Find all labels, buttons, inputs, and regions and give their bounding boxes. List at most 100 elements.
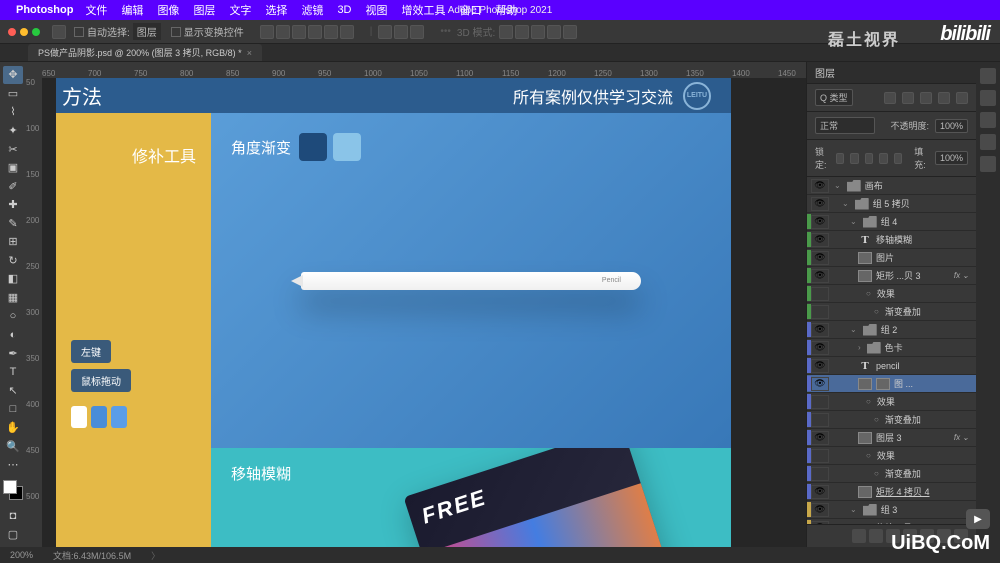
shape-tool[interactable]: □: [3, 400, 23, 418]
lock-icon[interactable]: [836, 153, 844, 164]
filter-icon[interactable]: [902, 92, 914, 104]
crop-tool[interactable]: ✂: [3, 140, 23, 158]
close-icon[interactable]: [8, 28, 16, 36]
document-tab[interactable]: PS做产品阴影.psd @ 200% (图层 3 拷贝, RGB/8) * ×: [28, 44, 262, 61]
3d-icon[interactable]: [563, 25, 577, 39]
menu-select[interactable]: 选择: [265, 2, 287, 18]
layer-row[interactable]: ○ 效果: [807, 393, 976, 411]
layer-row[interactable]: 👁⌄组 5 拷贝: [807, 195, 976, 213]
align-icon[interactable]: [308, 25, 322, 39]
gradient-tool[interactable]: ▦: [3, 289, 23, 307]
blend-mode[interactable]: 正常: [815, 117, 875, 134]
pen-tool[interactable]: ✒: [3, 344, 23, 362]
layer-row[interactable]: 👁T移轴模糊: [807, 231, 976, 249]
align-icon[interactable]: [292, 25, 306, 39]
canvas[interactable]: 方法 所有案例仅供学习交流 LEITU 修补工具 左键 鼠标拖动: [56, 78, 806, 547]
visibility-toggle[interactable]: 👁: [811, 431, 829, 445]
menu-filter[interactable]: 滤镜: [301, 2, 323, 18]
expand-icon[interactable]: ○: [874, 307, 879, 316]
visibility-toggle[interactable]: [811, 287, 829, 301]
3d-icon[interactable]: [499, 25, 513, 39]
layer-name[interactable]: 渐变叠加: [885, 467, 921, 480]
layer-name[interactable]: 图 ...: [894, 377, 913, 390]
layer-name[interactable]: 效果: [877, 395, 895, 408]
eyedropper-tool[interactable]: ✐: [3, 177, 23, 195]
minimize-icon[interactable]: [20, 28, 28, 36]
close-tab-icon[interactable]: ×: [247, 48, 252, 58]
fx-badge[interactable]: fx ⌄: [954, 271, 972, 280]
distribute-icon[interactable]: [410, 25, 424, 39]
stamp-tool[interactable]: ⊞: [3, 233, 23, 251]
fill-value[interactable]: 100%: [935, 151, 968, 165]
lock-icon[interactable]: [865, 153, 873, 164]
visibility-toggle[interactable]: 👁: [811, 377, 829, 391]
layer-row[interactable]: 👁矩形 ...贝 3fx ⌄: [807, 267, 976, 285]
visibility-toggle[interactable]: 👁: [811, 233, 829, 247]
visibility-toggle[interactable]: 👁: [811, 323, 829, 337]
screenmode-tool[interactable]: ▢: [3, 525, 23, 543]
align-icon[interactable]: [260, 25, 274, 39]
visibility-toggle[interactable]: 👁: [811, 179, 829, 193]
expand-icon[interactable]: ⌄: [850, 325, 857, 334]
menu-view[interactable]: 视图: [366, 2, 388, 18]
foreground-color[interactable]: [3, 480, 17, 494]
layer-name[interactable]: 组 3: [881, 503, 898, 516]
expand-icon[interactable]: ⌄: [850, 505, 857, 514]
heal-tool[interactable]: ✚: [3, 196, 23, 214]
quickmask-tool[interactable]: ◘: [3, 507, 23, 525]
align-icon[interactable]: [276, 25, 290, 39]
visibility-toggle[interactable]: 👁: [811, 341, 829, 355]
visibility-toggle[interactable]: [811, 395, 829, 409]
lock-icon[interactable]: [879, 153, 887, 164]
fx-icon[interactable]: [869, 529, 883, 543]
expand-icon[interactable]: ⌄: [850, 217, 857, 226]
expand-icon[interactable]: ○: [866, 397, 871, 406]
expand-icon[interactable]: ○: [866, 289, 871, 298]
layer-name[interactable]: 图片: [876, 251, 894, 264]
expand-icon[interactable]: ○: [874, 415, 879, 424]
checkbox-icon[interactable]: [74, 27, 84, 37]
frame-tool[interactable]: ▣: [3, 159, 23, 177]
layer-name[interactable]: 矩形 4 拷贝 4: [876, 485, 930, 498]
eraser-tool[interactable]: ◧: [3, 270, 23, 288]
zoom-tool[interactable]: 🔍: [3, 437, 23, 455]
filter-icon[interactable]: [920, 92, 932, 104]
blur-tool[interactable]: ○: [3, 307, 23, 325]
menu-layer[interactable]: 图层: [193, 2, 215, 18]
window-controls[interactable]: [8, 28, 40, 36]
visibility-toggle[interactable]: 👁: [811, 485, 829, 499]
marquee-tool[interactable]: ▭: [3, 85, 23, 103]
layer-row[interactable]: 👁⌄组 4: [807, 213, 976, 231]
visibility-toggle[interactable]: [811, 305, 829, 319]
align-icon[interactable]: [340, 25, 354, 39]
layer-name[interactable]: 移轴模糊: [876, 233, 912, 246]
layer-name[interactable]: 矩形 ...贝 3: [876, 269, 921, 282]
layer-name[interactable]: 组 2: [881, 323, 898, 336]
horizontal-ruler[interactable]: 6507007508008509009501000105011001150120…: [26, 62, 806, 78]
layers-panel-header[interactable]: 图层: [807, 62, 976, 84]
layer-name[interactable]: 图层 3: [876, 431, 902, 444]
visibility-toggle[interactable]: 👁: [811, 251, 829, 265]
panel-icon[interactable]: [980, 112, 996, 128]
layer-name[interactable]: 画布: [865, 179, 883, 192]
visibility-toggle[interactable]: 👁: [811, 197, 829, 211]
move-tool[interactable]: ✥: [3, 66, 23, 84]
zoom-level[interactable]: 200%: [10, 550, 33, 560]
color-swatches[interactable]: [3, 480, 23, 500]
layer-name[interactable]: pencil: [876, 361, 900, 371]
layer-name[interactable]: 组 4: [881, 215, 898, 228]
layer-row[interactable]: 👁 图 ...: [807, 375, 976, 393]
expand-icon[interactable]: ⌄: [842, 199, 849, 208]
type-tool[interactable]: T: [3, 363, 23, 381]
brush-tool[interactable]: ✎: [3, 215, 23, 233]
layer-filter[interactable]: Q 类型: [815, 89, 853, 106]
layer-name[interactable]: 效果: [877, 287, 895, 300]
visibility-toggle[interactable]: 👁: [811, 503, 829, 517]
layer-row[interactable]: ○渐变叠加: [807, 303, 976, 321]
expand-icon[interactable]: ›: [858, 343, 861, 352]
layer-row[interactable]: 👁 矩形 4 拷贝 4: [807, 483, 976, 501]
menu-file[interactable]: 文件: [85, 2, 107, 18]
move-tool-icon[interactable]: [52, 25, 66, 39]
link-icon[interactable]: [852, 529, 866, 543]
lasso-tool[interactable]: ⌇: [3, 103, 23, 121]
